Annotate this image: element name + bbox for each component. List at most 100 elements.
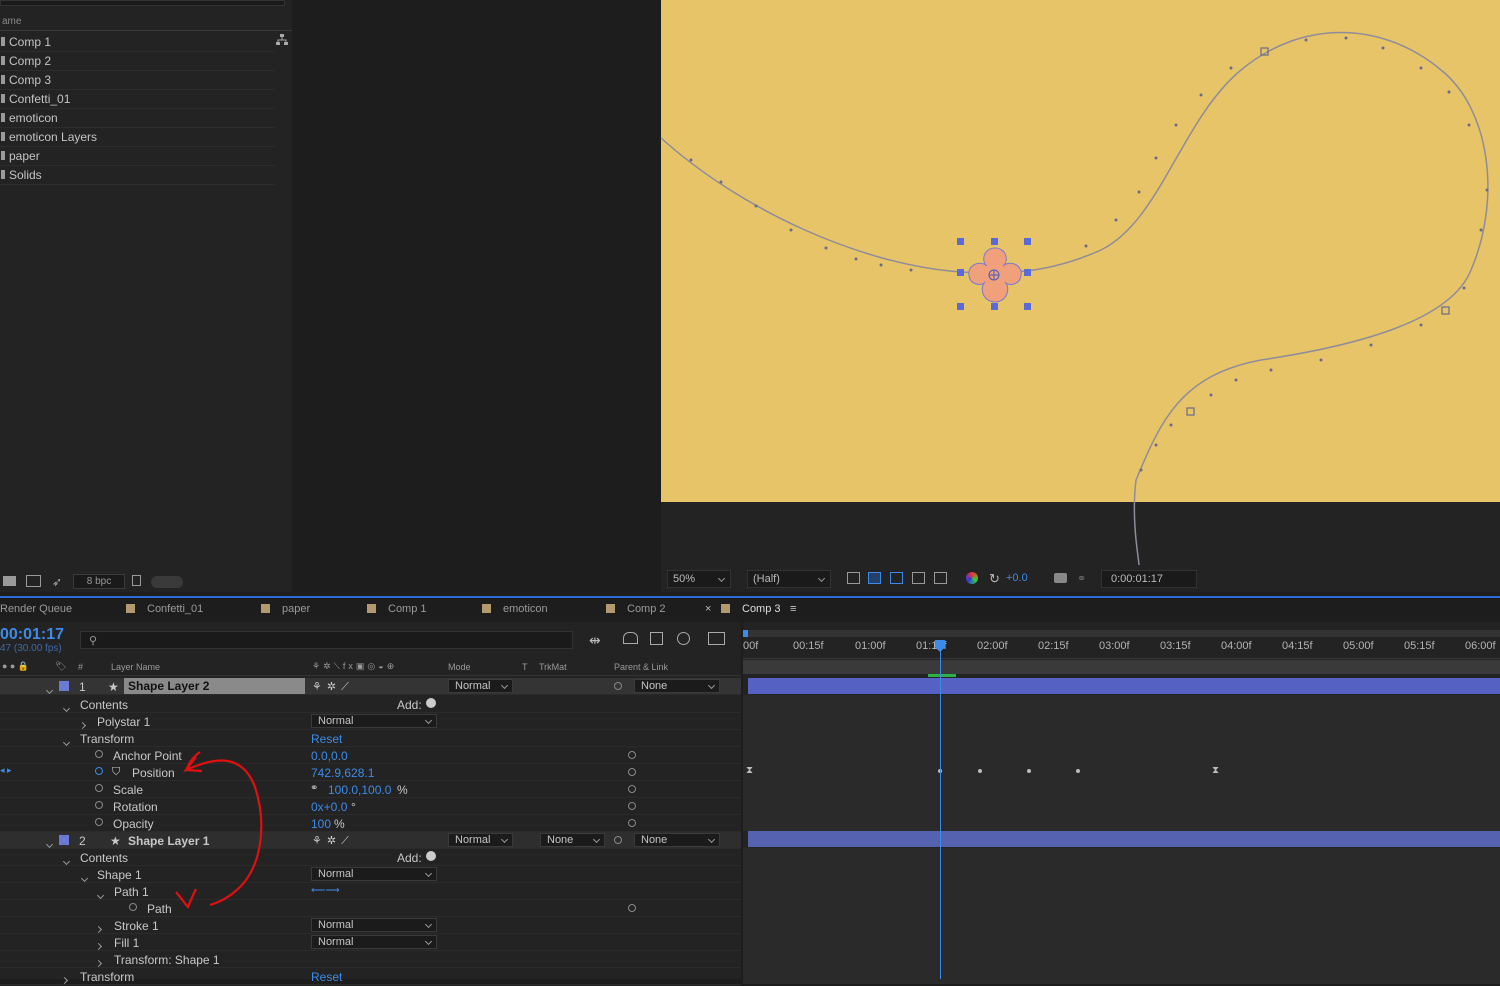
region-of-interest-icon[interactable]	[912, 572, 925, 584]
work-area-start[interactable]	[743, 630, 748, 637]
position-value[interactable]: 742.9,628.1	[311, 766, 374, 780]
reset-link[interactable]: Reset	[311, 970, 342, 984]
stroke-row[interactable]: Stroke 1 Normal	[0, 917, 741, 934]
scale-row[interactable]: Scale ⚭ 100.0,100.0 %	[0, 781, 741, 798]
position-row[interactable]: ◂ ▸ ⛉ Position 742.9,628.1	[0, 764, 741, 781]
transform-shape-row[interactable]: Transform: Shape 1	[0, 951, 741, 968]
stopwatch-icon[interactable]	[129, 903, 137, 911]
layer-switches[interactable]: ⚘✲⟋	[312, 680, 354, 694]
snapshot-icon[interactable]	[1054, 573, 1067, 583]
layer-mode-select[interactable]: Normal	[448, 833, 513, 847]
project-column-header[interactable]: ame	[0, 13, 292, 31]
expression-pickwhip-icon[interactable]	[628, 819, 636, 827]
rotation-row[interactable]: Rotation 0x+0.0 °	[0, 798, 741, 815]
shape-blend-select[interactable]: Normal	[311, 867, 437, 881]
project-item-confetti[interactable]: Confetti_01	[0, 90, 275, 109]
keyframe-roving[interactable]	[978, 769, 982, 773]
color-channels-icon[interactable]	[966, 572, 978, 584]
reset-link[interactable]: Reset	[311, 732, 342, 746]
layer-row-2[interactable]: 2 ★ Shape Layer 1 ⚘✲⟋ Normal None None	[0, 832, 741, 849]
bit-depth-button[interactable]: 8 bpc	[73, 574, 125, 589]
tab-render-queue[interactable]: Render Queue	[0, 603, 72, 615]
layer-expand-icon[interactable]	[45, 836, 54, 850]
project-item-emoticon[interactable]: emoticon	[0, 109, 275, 128]
comp-flowchart-icon[interactable]: ⇹	[589, 632, 601, 649]
contents-row[interactable]: Contents Add:	[0, 849, 741, 866]
layer-mode-select[interactable]: Normal	[448, 679, 513, 693]
pickwhip-icon[interactable]	[614, 836, 622, 844]
keyframe-start[interactable]: ⧗	[746, 765, 753, 776]
layer-label-color[interactable]	[59, 835, 69, 845]
viewer-timecode[interactable]: 0:00:01:17	[1101, 570, 1197, 588]
opacity-value[interactable]: 100	[311, 817, 331, 831]
transparency-grid-icon[interactable]	[868, 572, 881, 584]
tab-comp-2[interactable]: Comp 2	[606, 603, 666, 615]
shy-layers-icon[interactable]	[623, 632, 638, 644]
new-comp-icon[interactable]	[26, 575, 41, 587]
contents-row[interactable]: Contents Add:	[0, 696, 741, 713]
visibility-icon[interactable]: ● ● 🔒	[2, 661, 29, 672]
anchor-point-value[interactable]: 0.0,0.0	[311, 749, 348, 763]
stroke-blend-select[interactable]: Normal	[311, 918, 437, 932]
layer-1-bar[interactable]	[748, 678, 1500, 694]
transform-row[interactable]: Transform Reset	[0, 730, 741, 747]
panel-menu-icon[interactable]: ≡	[790, 603, 796, 615]
expression-pickwhip-icon[interactable]	[628, 802, 636, 810]
polystar-blend-select[interactable]: Normal	[311, 714, 437, 728]
close-icon[interactable]: ×	[705, 603, 711, 615]
trash-icon[interactable]	[132, 575, 141, 586]
constrain-link-icon[interactable]: ⚭	[310, 783, 318, 794]
layer-expand-icon[interactable]	[45, 682, 54, 696]
path-group-row[interactable]: Path 1 ⟵⟶	[0, 883, 741, 900]
zoom-dropdown[interactable]: 50%	[667, 570, 731, 588]
reset-exposure-icon[interactable]: ↻	[989, 571, 1000, 587]
project-item-comp-3[interactable]: Comp 3	[0, 71, 275, 90]
exposure-value[interactable]: +0.0	[1006, 572, 1028, 584]
scale-value[interactable]: 100.0,100.0	[328, 783, 391, 797]
graph-editor-icon[interactable]	[708, 632, 725, 645]
layer-2-bar[interactable]	[748, 831, 1500, 847]
interpret-icon[interactable]: ➶	[52, 575, 62, 589]
flower-shape[interactable]	[957, 238, 1033, 310]
graph-icon[interactable]: ⛉	[112, 766, 120, 779]
stopwatch-icon[interactable]	[95, 750, 103, 758]
composition-canvas[interactable]	[660, 0, 1500, 566]
frame-blending-icon[interactable]	[650, 632, 663, 645]
project-item-comp-2[interactable]: Comp 2	[0, 52, 275, 71]
layer-name-header[interactable]: Layer Name	[111, 662, 160, 672]
anchor-point-row[interactable]: Anchor Point 0.0,0.0	[0, 747, 741, 764]
playhead-line[interactable]	[940, 642, 941, 979]
parent-select[interactable]: None	[634, 679, 720, 693]
stopwatch-icon[interactable]	[95, 801, 103, 809]
project-item-comp-1[interactable]: Comp 1	[0, 33, 275, 52]
keyframe-roving[interactable]	[1027, 769, 1031, 773]
layer-name-field[interactable]: Shape Layer 2	[124, 678, 305, 694]
keyframe-roving[interactable]	[1076, 769, 1080, 773]
expression-pickwhip-icon[interactable]	[628, 751, 636, 759]
grid-guides-icon[interactable]	[934, 572, 947, 584]
timeline-search-input[interactable]: ⚲	[80, 631, 573, 649]
show-snapshot-icon[interactable]: ⚭	[1077, 572, 1086, 585]
time-ruler[interactable]: 00f 00:15f 01:00f 01:15f 02:00f 02:15f 0…	[743, 637, 1500, 659]
work-area-bar[interactable]	[743, 630, 1500, 637]
expression-pickwhip-icon[interactable]	[628, 768, 636, 776]
polystar-row[interactable]: Polystar 1 Normal	[0, 713, 741, 730]
label-icon[interactable]: 🏷	[55, 661, 66, 672]
add-menu-button[interactable]: Add:	[397, 851, 422, 865]
keyframe-nav-icon[interactable]: ◂ ▸	[0, 765, 12, 776]
layer-label-color[interactable]	[59, 681, 69, 691]
tab-comp-1[interactable]: Comp 1	[367, 603, 427, 615]
parent-select[interactable]: None	[634, 833, 720, 847]
folder-icon[interactable]	[3, 576, 16, 586]
expression-pickwhip-icon[interactable]	[628, 904, 636, 912]
add-arrow-icon[interactable]	[426, 698, 436, 708]
rotation-value[interactable]: 0x+0.0	[311, 800, 347, 814]
expression-pickwhip-icon[interactable]	[628, 785, 636, 793]
transform-row[interactable]: Transform Reset	[0, 968, 741, 985]
flowchart-icon[interactable]	[275, 33, 289, 47]
path-row[interactable]: Path	[0, 900, 741, 917]
shape-row[interactable]: Shape 1 Normal	[0, 866, 741, 883]
tab-paper[interactable]: paper	[261, 603, 310, 615]
pickwhip-icon[interactable]	[614, 682, 622, 690]
resolution-dropdown[interactable]: (Half)	[747, 570, 831, 588]
